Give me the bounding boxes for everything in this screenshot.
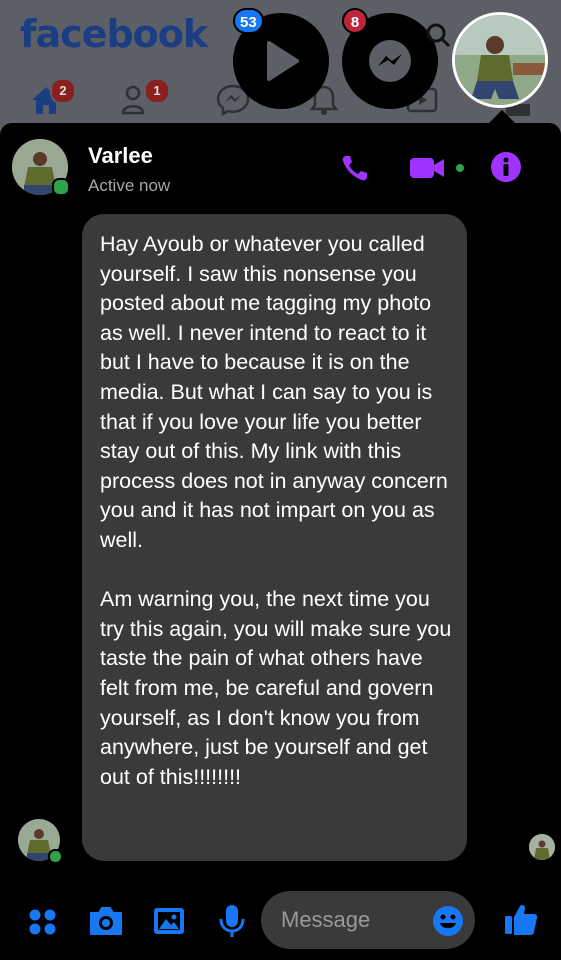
gallery-icon	[154, 908, 184, 934]
sender-online-indicator	[48, 849, 63, 864]
gallery-button[interactable]	[152, 905, 186, 937]
received-message-bubble[interactable]: Hay Ayoub or whatever you called yoursel…	[82, 214, 467, 861]
messenger-badge: 8	[342, 8, 368, 34]
microphone-icon	[219, 905, 245, 937]
camera-icon	[90, 907, 122, 935]
seen-avatar-photo	[529, 834, 555, 860]
online-indicator	[52, 178, 70, 196]
like-icon	[505, 904, 538, 935]
search-icon[interactable]	[425, 22, 451, 48]
play-icon	[267, 41, 299, 81]
contact-name[interactable]: Varlee	[88, 143, 153, 169]
emoji-icon	[433, 906, 463, 936]
video-call-icon	[410, 158, 464, 178]
info-button[interactable]	[490, 151, 522, 183]
watch-chat-head[interactable]: 53	[233, 8, 329, 109]
messenger-chat-head[interactable]: 8	[342, 8, 438, 109]
nav-friends[interactable]: 1	[120, 78, 170, 118]
emoji-button[interactable]	[432, 905, 464, 937]
camera-button[interactable]	[88, 905, 124, 937]
contact-status: Active now	[88, 176, 171, 195]
friends-notification-badge: 1	[144, 78, 170, 104]
contact-photo	[455, 15, 545, 105]
like-button[interactable]	[503, 901, 539, 937]
messenger-icon	[369, 40, 411, 82]
message-composer	[0, 885, 561, 960]
voice-message-button[interactable]	[218, 903, 246, 939]
chat-head-pointer	[489, 110, 515, 123]
home-notification-badge: 2	[50, 78, 76, 104]
seen-receipt-avatar	[529, 834, 555, 860]
video-call-button[interactable]	[410, 153, 470, 183]
voice-call-button[interactable]	[340, 153, 370, 183]
messenger-chat-window: Varlee Active now Hay Ayoub or whatever …	[0, 123, 561, 960]
nav-home[interactable]: 2	[28, 78, 76, 118]
menu-dots-icon	[29, 909, 56, 935]
contact-chat-head[interactable]	[452, 12, 548, 108]
watch-badge: 53	[233, 8, 264, 34]
facebook-logo: facebook	[20, 12, 208, 56]
phone-icon	[342, 156, 367, 181]
more-actions-button[interactable]	[28, 907, 58, 937]
chat-header: Varlee Active now	[0, 123, 561, 203]
info-icon	[491, 152, 521, 182]
